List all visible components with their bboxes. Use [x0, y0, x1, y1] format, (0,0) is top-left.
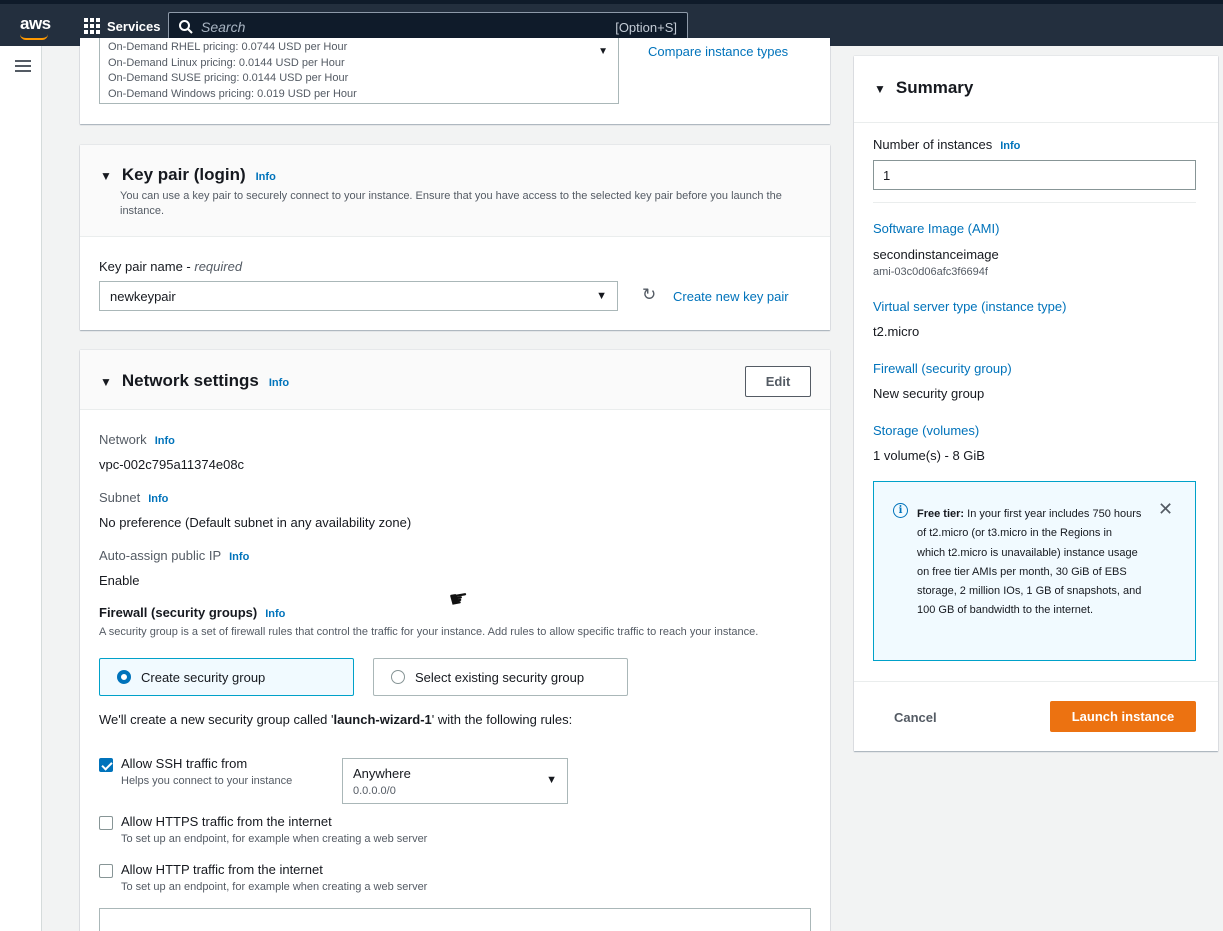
subnet-label: Subnet Info	[99, 490, 169, 505]
compare-instance-types-link[interactable]: Compare instance types	[648, 44, 788, 59]
checkbox-unchecked[interactable]	[99, 816, 113, 830]
number-of-instances-label: Number of instances Info	[873, 137, 1021, 152]
network-value: vpc-002c795a11374e08c	[99, 457, 245, 472]
key-pair-title: Key pair (login)	[121, 165, 246, 184]
checkbox-checked[interactable]	[99, 758, 113, 772]
ssh-source-value: Anywhere	[353, 765, 411, 781]
aws-logo[interactable]: aws	[20, 14, 51, 34]
pricing-details-box: On-Demand RHEL pricing: 0.0744 USD per H…	[99, 38, 619, 104]
security-group-name-text: We'll create a new security group called…	[99, 712, 573, 727]
rule-title: Allow SSH traffic from	[121, 756, 248, 771]
key-pair-description: You can use a key pair to securely conne…	[120, 190, 782, 217]
divider	[854, 681, 1218, 682]
ssh-source-cidr: 0.0.0.0/0	[353, 784, 396, 797]
create-security-group-option[interactable]: Create security group	[99, 658, 354, 696]
caret-down-icon: ▼	[596, 290, 607, 302]
collapse-triangle-icon[interactable]: ▼	[100, 169, 112, 183]
info-link[interactable]: Info	[1000, 140, 1020, 152]
rule-title: Allow HTTP traffic from the internet	[121, 862, 323, 877]
side-navigation-strip	[0, 46, 42, 931]
close-icon[interactable]: ✕	[1158, 500, 1173, 518]
key-pair-select[interactable]: newkeypair ▼	[99, 281, 618, 311]
pricing-line: On-Demand RHEL pricing: 0.0744 USD per H…	[108, 41, 348, 53]
ami-id: ami-03c0d06afc3f6694f	[873, 266, 988, 278]
menu-icon[interactable]	[15, 60, 31, 72]
select-existing-security-group-option[interactable]: Select existing security group	[373, 658, 628, 696]
ami-panel: On-Demand RHEL pricing: 0.0744 USD per H…	[80, 38, 830, 124]
rule-title: Allow HTTPS traffic from the internet	[121, 814, 332, 829]
cancel-button[interactable]: Cancel	[894, 710, 937, 725]
refresh-icon[interactable]: ↻	[642, 286, 656, 304]
create-new-key-pair-link[interactable]: Create new key pair	[673, 289, 789, 304]
firewall-link[interactable]: Firewall (security group)	[873, 361, 1012, 376]
rule-subtitle: To set up an endpoint, for example when …	[121, 833, 428, 845]
warning-icon: ▲	[120, 927, 132, 931]
free-tier-text: Free tier: In your first year includes 7…	[917, 508, 1142, 617]
edit-button[interactable]: Edit	[745, 366, 811, 397]
number-of-instances-input[interactable]: 1	[873, 160, 1196, 190]
network-settings-panel: ▼ Network settings Info Edit Network Inf…	[80, 350, 830, 931]
option-label: Select existing security group	[415, 669, 585, 685]
radio-selected[interactable]	[117, 670, 131, 684]
public-ip-value: Enable	[99, 573, 140, 588]
radio-unselected[interactable]	[391, 670, 405, 684]
rule-subtitle: Helps you connect to your instance	[121, 775, 293, 787]
software-image-link[interactable]: Software Image (AMI)	[873, 221, 999, 236]
rule-subtitle: To set up an endpoint, for example when …	[121, 881, 428, 893]
mouse-pointer-icon: ☛	[446, 584, 471, 613]
key-pair-heading[interactable]: ▼ Key pair (login) Info	[100, 165, 276, 185]
pricing-line: On-Demand Linux pricing: 0.0144 USD per …	[108, 56, 345, 69]
pricing-line: On-Demand Windows pricing: 0.019 USD per…	[108, 87, 357, 100]
info-link[interactable]: Info	[155, 435, 175, 447]
ssh-source-select[interactable]: Anywhere 0.0.0.0/0 ▼	[342, 758, 568, 804]
subnet-value: No preference (Default subnet in any ava…	[99, 515, 412, 530]
firewall-value: New security group	[873, 386, 985, 401]
divider	[854, 122, 1218, 123]
option-label: Create security group	[141, 669, 266, 685]
instance-type-value: t2.micro	[873, 324, 920, 339]
summary-title: Summary	[895, 78, 974, 97]
key-pair-panel: ▼ Key pair (login) Info You can use a ke…	[80, 145, 830, 330]
key-pair-name-label: Key pair name - required	[99, 259, 243, 274]
network-settings-heading[interactable]: ▼ Network settings Info	[100, 371, 289, 391]
firewall-description: A security group is a set of firewall ru…	[99, 626, 759, 638]
storage-value: 1 volume(s) - 8 GiB	[873, 448, 985, 463]
search-shortcut: [Option+S]	[615, 19, 677, 35]
allow-http-rule[interactable]: Allow HTTP traffic from the internet To …	[99, 862, 427, 893]
search-placeholder: Search	[201, 19, 246, 35]
pricing-line: On-Demand SUSE pricing: 0.0144 USD per H…	[108, 72, 349, 84]
firewall-title: Firewall (security groups) Info	[99, 605, 286, 620]
free-tier-alert: i Free tier: In your first year includes…	[873, 481, 1196, 661]
summary-panel: ▼ Summary Number of instances Info 1 Sof…	[854, 56, 1218, 751]
instance-type-link[interactable]: Virtual server type (instance type)	[873, 299, 1066, 314]
services-menu-button[interactable]: Services	[84, 18, 161, 34]
grid-icon	[84, 18, 100, 34]
collapse-triangle-icon[interactable]: ▼	[874, 82, 886, 96]
info-link[interactable]: Info	[269, 377, 289, 389]
caret-down-icon[interactable]: ▼	[598, 44, 608, 60]
divider	[873, 202, 1196, 203]
aws-smile-icon	[20, 34, 48, 40]
warning-alert: ▲	[99, 908, 811, 931]
summary-heading[interactable]: ▼ Summary	[874, 78, 973, 98]
services-label: Services	[107, 18, 161, 34]
ami-name: secondinstanceimage	[873, 247, 999, 262]
info-link[interactable]: Info	[229, 551, 249, 563]
network-settings-title: Network settings	[121, 371, 259, 390]
info-link[interactable]: Info	[148, 493, 168, 505]
caret-down-icon: ▼	[546, 774, 557, 786]
network-label: Network Info	[99, 432, 175, 447]
info-circle-icon: i	[893, 503, 908, 518]
search-icon	[179, 20, 193, 34]
key-pair-selected-value: newkeypair	[110, 288, 176, 304]
public-ip-label: Auto-assign public IP Info	[99, 548, 250, 563]
storage-link[interactable]: Storage (volumes)	[873, 423, 979, 438]
info-link[interactable]: Info	[265, 608, 285, 620]
allow-ssh-rule[interactable]: Allow SSH traffic from Helps you connect…	[99, 756, 292, 787]
launch-instance-button[interactable]: Launch instance	[1050, 701, 1196, 732]
collapse-triangle-icon[interactable]: ▼	[100, 375, 112, 389]
info-link[interactable]: Info	[256, 171, 276, 183]
allow-https-rule[interactable]: Allow HTTPS traffic from the internet To…	[99, 814, 427, 845]
checkbox-unchecked[interactable]	[99, 864, 113, 878]
